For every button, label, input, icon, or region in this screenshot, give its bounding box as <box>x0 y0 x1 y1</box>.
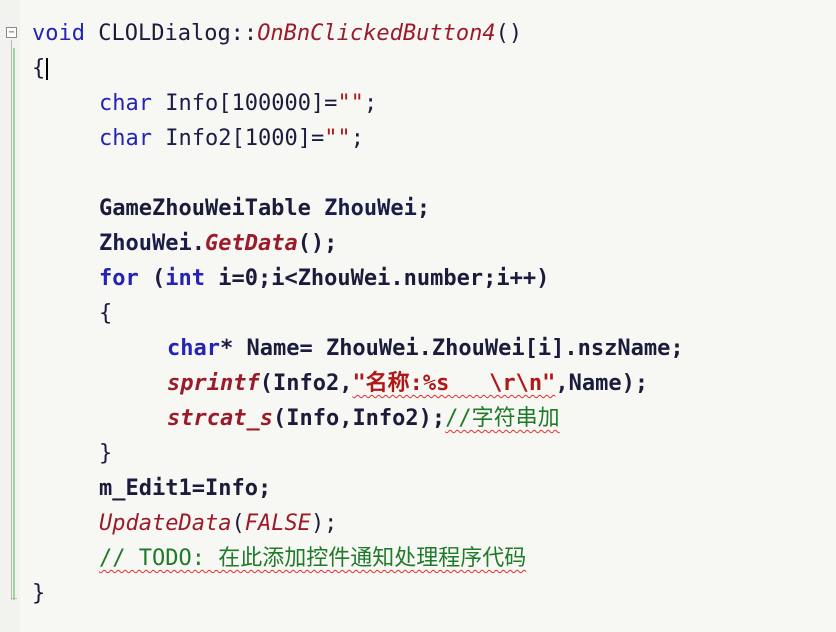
code-token: ZhouWei. <box>99 231 205 256</box>
code-token: (); <box>297 231 338 256</box>
code-line[interactable]: sprintf(Info2,"名称:%s \r\n",Name); <box>167 368 648 400</box>
code-token: "" <box>324 126 351 151</box>
code-token: void <box>32 21 99 46</box>
code-token: [100000]= <box>218 91 338 116</box>
code-editor[interactable]: − void CLOLDialog::OnBnClickedButton4(){… <box>0 0 836 632</box>
fold-guide-line <box>11 40 12 600</box>
collapse-toggle-icon[interactable]: − <box>6 27 17 38</box>
code-token: ( <box>151 266 166 291</box>
code-token: ); <box>310 511 338 536</box>
code-token: Info <box>165 91 219 116</box>
code-line[interactable]: GameZhouWeiTable ZhouWei; <box>99 193 430 225</box>
code-token: for <box>99 266 152 291</box>
code-token: i=0;i<ZhouWei.number;i++) <box>218 266 550 291</box>
code-line[interactable]: } <box>32 578 45 610</box>
code-line[interactable]: for (int i=0;i<ZhouWei.number;i++) <box>99 263 549 295</box>
code-line[interactable]: // TODO: 在此添加控件通知处理程序代码 <box>99 543 526 575</box>
code-token: char <box>167 336 220 361</box>
code-token: (Info2, <box>259 371 353 396</box>
editor-gutter <box>0 0 20 632</box>
code-token: m_Edit1=Info; <box>99 476 272 501</box>
code-line[interactable]: { <box>99 298 112 330</box>
code-token: { <box>99 301 113 326</box>
code-token: "名称:%s \r\n" <box>352 371 556 396</box>
text-cursor <box>46 58 49 80</box>
code-token: UpdateData <box>99 511 232 536</box>
code-line[interactable]: { <box>32 53 49 85</box>
code-token: GameZhouWeiTable <box>99 196 325 221</box>
code-token: ; <box>416 196 431 221</box>
code-line[interactable]: } <box>99 438 112 470</box>
code-line[interactable]: char Info2[1000]=""; <box>99 123 364 155</box>
code-line[interactable]: char* Name= ZhouWei.ZhouWei[i].nszName; <box>167 333 684 365</box>
code-line[interactable]: void CLOLDialog::OnBnClickedButton4() <box>32 18 522 50</box>
code-token: // TODO: 在此添加控件通知处理程序代码 <box>99 546 527 571</box>
code-line[interactable]: UpdateData(FALSE); <box>99 508 337 540</box>
fold-guide-end <box>11 598 17 599</box>
code-token: } <box>32 581 46 606</box>
code-token: ; <box>350 126 364 151</box>
code-token: ( <box>231 511 245 536</box>
code-token: CLOLDialog:: <box>98 21 258 46</box>
code-token: ZhouWei <box>324 196 417 221</box>
code-line[interactable]: char Info[100000]=""; <box>99 88 377 120</box>
code-token: () <box>495 21 523 46</box>
code-token: OnBnClickedButton4 <box>257 21 496 46</box>
code-token: (Info,Info2); <box>272 406 446 431</box>
code-token: char <box>99 91 166 116</box>
code-token: strcat_s <box>167 406 273 431</box>
code-token: FALSE <box>244 511 311 536</box>
code-line[interactable]: ZhouWei.GetData(); <box>99 228 337 260</box>
code-token: Info2 <box>165 126 232 151</box>
code-token: { <box>32 56 46 81</box>
code-token: GetData <box>204 231 298 256</box>
code-line[interactable]: strcat_s(Info,Info2);//字符串加 <box>167 403 560 435</box>
code-token: ,Name); <box>555 371 649 396</box>
code-line[interactable]: m_Edit1=Info; <box>99 473 271 505</box>
code-token: ; <box>363 91 378 116</box>
code-token: } <box>99 441 113 466</box>
change-indicator-bar <box>13 48 15 600</box>
code-token: char <box>99 126 166 151</box>
code-token: * Name= ZhouWei.ZhouWei[i].nszName; <box>219 336 684 361</box>
code-token: int <box>165 266 219 291</box>
code-token: "" <box>337 91 364 116</box>
code-token: sprintf <box>167 371 260 396</box>
code-token: [1000]= <box>231 126 325 151</box>
code-token: //字符串加 <box>445 406 560 431</box>
